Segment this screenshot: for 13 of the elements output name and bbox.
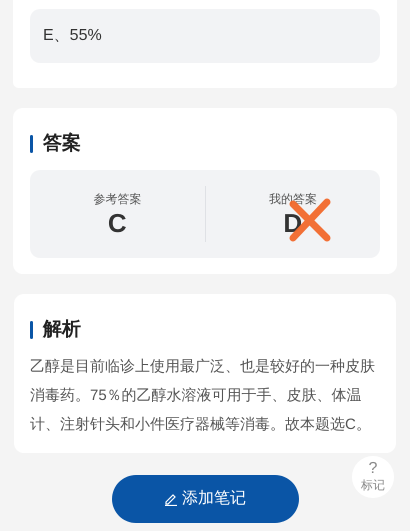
answer-letter: D	[283, 208, 302, 238]
analysis-text: 乙醇是目前临诊上使用最广泛、也是较好的一种皮肤消毒药。75％的乙醇水溶液可用于手、皮肤、体温计、注射针头和小件医疗器械等消毒。故本题选C。	[30, 357, 376, 435]
section-title: 解析	[43, 318, 81, 342]
title-bar-accent	[30, 320, 33, 339]
section-title: 答案	[43, 131, 81, 156]
pencil-icon	[164, 492, 178, 506]
answer-label: 我的答案	[268, 190, 317, 208]
answer-letter: C	[108, 208, 127, 238]
answer-label: 参考答案	[93, 190, 142, 208]
option-item[interactable]: E、55%	[30, 9, 380, 63]
add-note-button[interactable]: 添加笔记	[112, 475, 298, 523]
mark-button[interactable]: ? 标记	[352, 456, 394, 498]
title-bar-accent	[30, 135, 33, 154]
